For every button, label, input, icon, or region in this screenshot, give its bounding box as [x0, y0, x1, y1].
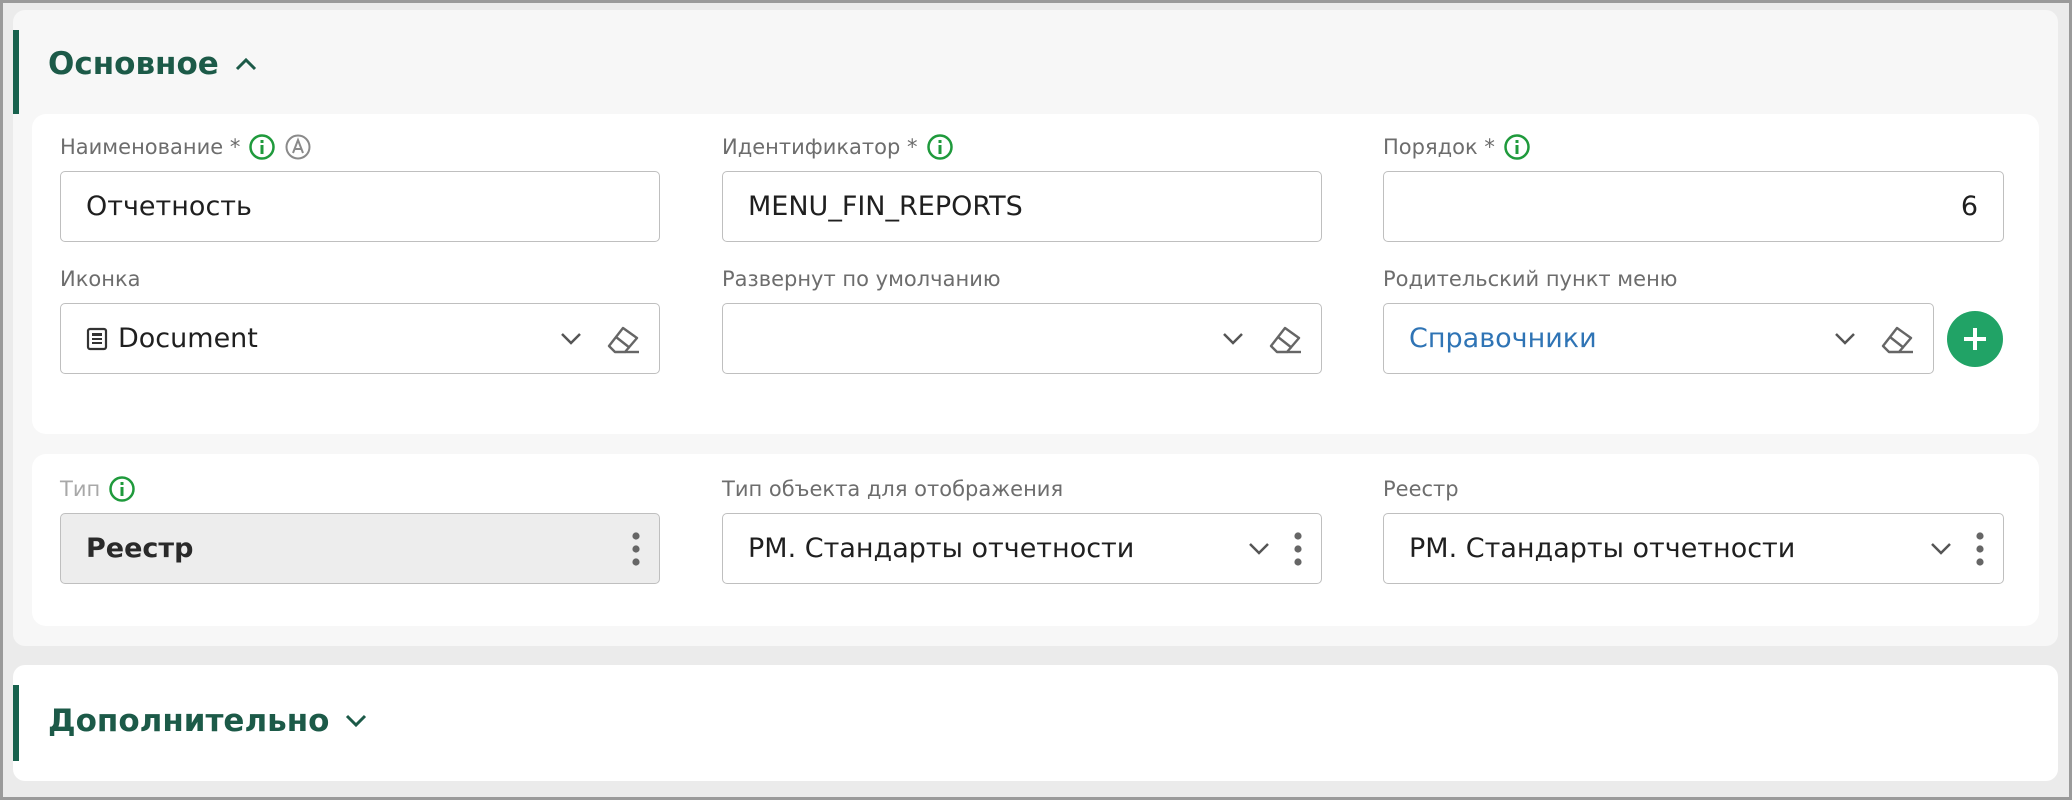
eraser-icon[interactable]	[1879, 322, 1915, 356]
info-icon[interactable]	[108, 475, 136, 503]
identifier-input[interactable]: MENU_FIN_REPORTS	[722, 171, 1322, 242]
name-label-text: Наименование *	[60, 135, 241, 159]
identifier-label-text: Идентификатор *	[722, 135, 918, 159]
eraser-icon[interactable]	[1267, 322, 1303, 356]
parent-menu-label-text: Родительский пункт меню	[1383, 267, 1678, 291]
main-section-header[interactable]: Основное	[48, 46, 257, 82]
type-label-text: Тип	[60, 477, 101, 501]
name-value: Отчетность	[86, 191, 252, 222]
display-object-type-select[interactable]: РМ. Стандарты отчетности	[722, 513, 1322, 584]
add-parent-button[interactable]	[1947, 311, 2003, 367]
type-input: Реестр	[60, 513, 660, 584]
parent-menu-select[interactable]: Справочники	[1383, 303, 1934, 374]
parent-menu-tools	[1833, 304, 1915, 373]
expanded-default-label-text: Развернут по умолчанию	[722, 267, 1001, 291]
chevron-down-icon[interactable]	[559, 331, 583, 347]
order-label-text: Порядок *	[1383, 135, 1495, 159]
icon-label: Иконка	[60, 264, 141, 294]
parent-menu-field: Родительский пункт меню Справочники	[1383, 264, 2004, 376]
chevron-down-icon	[346, 714, 367, 728]
icon-field: Иконка Document	[60, 264, 660, 376]
more-vertical-icon[interactable]	[631, 529, 641, 569]
display-object-type-field: Тип объекта для отображения РМ. Стандарт…	[722, 474, 1322, 586]
identifier-value: MENU_FIN_REPORTS	[748, 191, 1023, 222]
identifier-field: Идентификатор * MENU_FIN_REPORTS	[722, 132, 1322, 244]
auto-translate-icon[interactable]	[284, 133, 312, 161]
order-input[interactable]: 6	[1383, 171, 2004, 242]
plus-icon	[1964, 328, 1986, 350]
expanded-default-label: Развернут по умолчанию	[722, 264, 1001, 294]
registry-label-text: Реестр	[1383, 477, 1459, 501]
chevron-down-icon[interactable]	[1221, 331, 1245, 347]
main-section-title: Основное	[48, 46, 219, 82]
extra-section: Дополнительно	[13, 665, 2058, 781]
registry-value: РМ. Стандарты отчетности	[1409, 533, 1796, 564]
name-field: Наименование * Отчетность	[60, 132, 660, 244]
expanded-default-tools	[1221, 304, 1303, 373]
order-field: Порядок * 6	[1383, 132, 2004, 244]
type-tools	[631, 514, 641, 583]
info-icon[interactable]	[248, 133, 276, 161]
order-label: Порядок *	[1383, 132, 1531, 162]
main-fields-card: Наименование * Отчетность Идентификатор …	[32, 114, 2039, 434]
chevron-down-icon[interactable]	[1929, 541, 1953, 557]
more-vertical-icon[interactable]	[1975, 529, 1985, 569]
more-vertical-icon[interactable]	[1293, 529, 1303, 569]
display-object-type-tools	[1247, 514, 1303, 583]
order-value: 6	[1960, 191, 1978, 222]
info-icon[interactable]	[1503, 133, 1531, 161]
document-icon	[86, 327, 108, 351]
expanded-default-field: Развернут по умолчанию	[722, 264, 1322, 376]
identifier-label: Идентификатор *	[722, 132, 954, 162]
extra-section-header[interactable]: Дополнительно	[48, 703, 367, 739]
name-input[interactable]: Отчетность	[60, 171, 660, 242]
registry-field: Реестр РМ. Стандарты отчетности	[1383, 474, 2004, 586]
icon-value: Document	[118, 323, 258, 354]
registry-select[interactable]: РМ. Стандарты отчетности	[1383, 513, 2004, 584]
display-fields-card: Тип Реестр Тип объекта для отображения Р…	[32, 454, 2039, 626]
icon-label-text: Иконка	[60, 267, 141, 291]
section-accent-bar	[13, 30, 19, 114]
parent-menu-label: Родительский пункт меню	[1383, 264, 1677, 294]
type-value: Реестр	[86, 533, 194, 564]
display-object-type-label-text: Тип объекта для отображения	[722, 477, 1064, 501]
extra-section-title: Дополнительно	[48, 703, 330, 739]
name-label: Наименование *	[60, 132, 312, 162]
section-accent-bar	[13, 685, 19, 761]
main-section: Основное Наименование * Отчетность Идент…	[13, 10, 2058, 646]
expanded-default-select[interactable]	[722, 303, 1322, 374]
registry-label: Реестр	[1383, 474, 1459, 504]
type-label: Тип	[60, 474, 136, 504]
chevron-up-icon	[235, 57, 256, 71]
type-field: Тип Реестр	[60, 474, 660, 586]
display-object-type-label: Тип объекта для отображения	[722, 474, 1063, 504]
icon-select-tools	[559, 304, 641, 373]
eraser-icon[interactable]	[605, 322, 641, 356]
chevron-down-icon[interactable]	[1833, 331, 1857, 347]
display-object-type-value: РМ. Стандарты отчетности	[748, 533, 1135, 564]
registry-tools	[1929, 514, 1985, 583]
info-icon[interactable]	[926, 133, 954, 161]
chevron-down-icon[interactable]	[1247, 541, 1271, 557]
icon-select[interactable]: Document	[60, 303, 660, 374]
